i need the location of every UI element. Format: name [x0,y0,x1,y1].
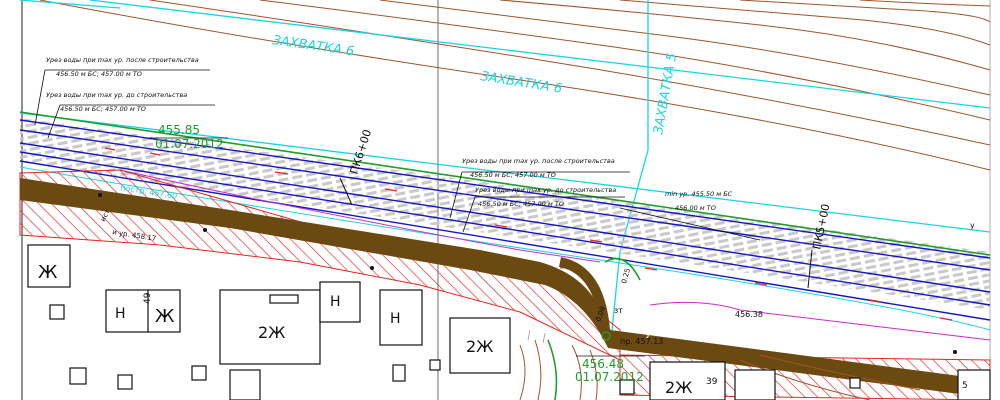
note-min-title: min ур. 455.50 м БС [665,190,733,198]
elev-label-bottom: пр. 457.13 [620,337,663,346]
building-b1: Ж [38,262,58,283]
note-center-before-title: Урез воды при max ур. до строительства [475,186,616,194]
building-b2-h: Н [115,306,126,322]
note-min-values: 456.00 м ТО [675,204,716,212]
small-label-zt: зт [614,306,623,315]
note-center-before-values: 456.50 м БС; 457.00 м ТО [478,200,564,208]
zone-label-6a: ЗАХВАТКА 6 [271,33,355,59]
survey-elevation-bottom: 456.48 [582,357,624,371]
survey-date-bottom: 01.07.2012 [575,370,644,384]
building-b7-number: 39 [706,377,718,387]
street-name: ул. Байкальская [643,311,739,339]
note-left-before-title: Урез воды при max ур. до строительства [46,91,187,99]
right-edge-label: у [970,221,975,230]
note-center-after-title: Урез воды при max ур. после строительств… [462,157,615,165]
building-b5-h: Н [390,311,401,327]
slope-label-2: 0.25 [620,267,632,284]
survey-date-left: 01.07.2012 [155,137,224,151]
building-b4-h: Н [330,294,341,310]
building-b7: 2Ж [665,378,692,397]
survey-elevation-left: 455.85 [158,123,200,137]
note-left-after-title: Урез воды при max ур. после строительств… [46,56,199,64]
site-plan-drawing: ЗАХВАТКА 6 ЗАХВАТКА 6 ЗАХВАТКА 5 Урез во… [19,0,991,400]
building-b2-zh: Ж [155,306,175,327]
zone-label-6b: ЗАХВАТКА 6 [479,69,563,97]
note-center-after-values: 456.50 м БС; 457.00 м ТО [470,171,556,179]
building-b3: 2Ж [258,323,285,342]
note-left-after-values: 456.50 м БС; 457.00 м ТО [56,70,142,78]
note-left-before-values: 456.50 м БС; 457.00 м ТО [60,105,146,113]
building-b8-number: 5 [962,381,968,391]
zone-label-5: ЗАХВАТКА 5 [651,52,680,136]
map-canvas: ЗАХВАТКА 6 ЗАХВАТКА 6 ЗАХВАТКА 5 Урез во… [0,0,1000,400]
elev-label-456-38: 456.38 [735,310,763,319]
building-b6: 2Ж [466,337,493,356]
building-b2-floors: 49 [143,292,153,304]
